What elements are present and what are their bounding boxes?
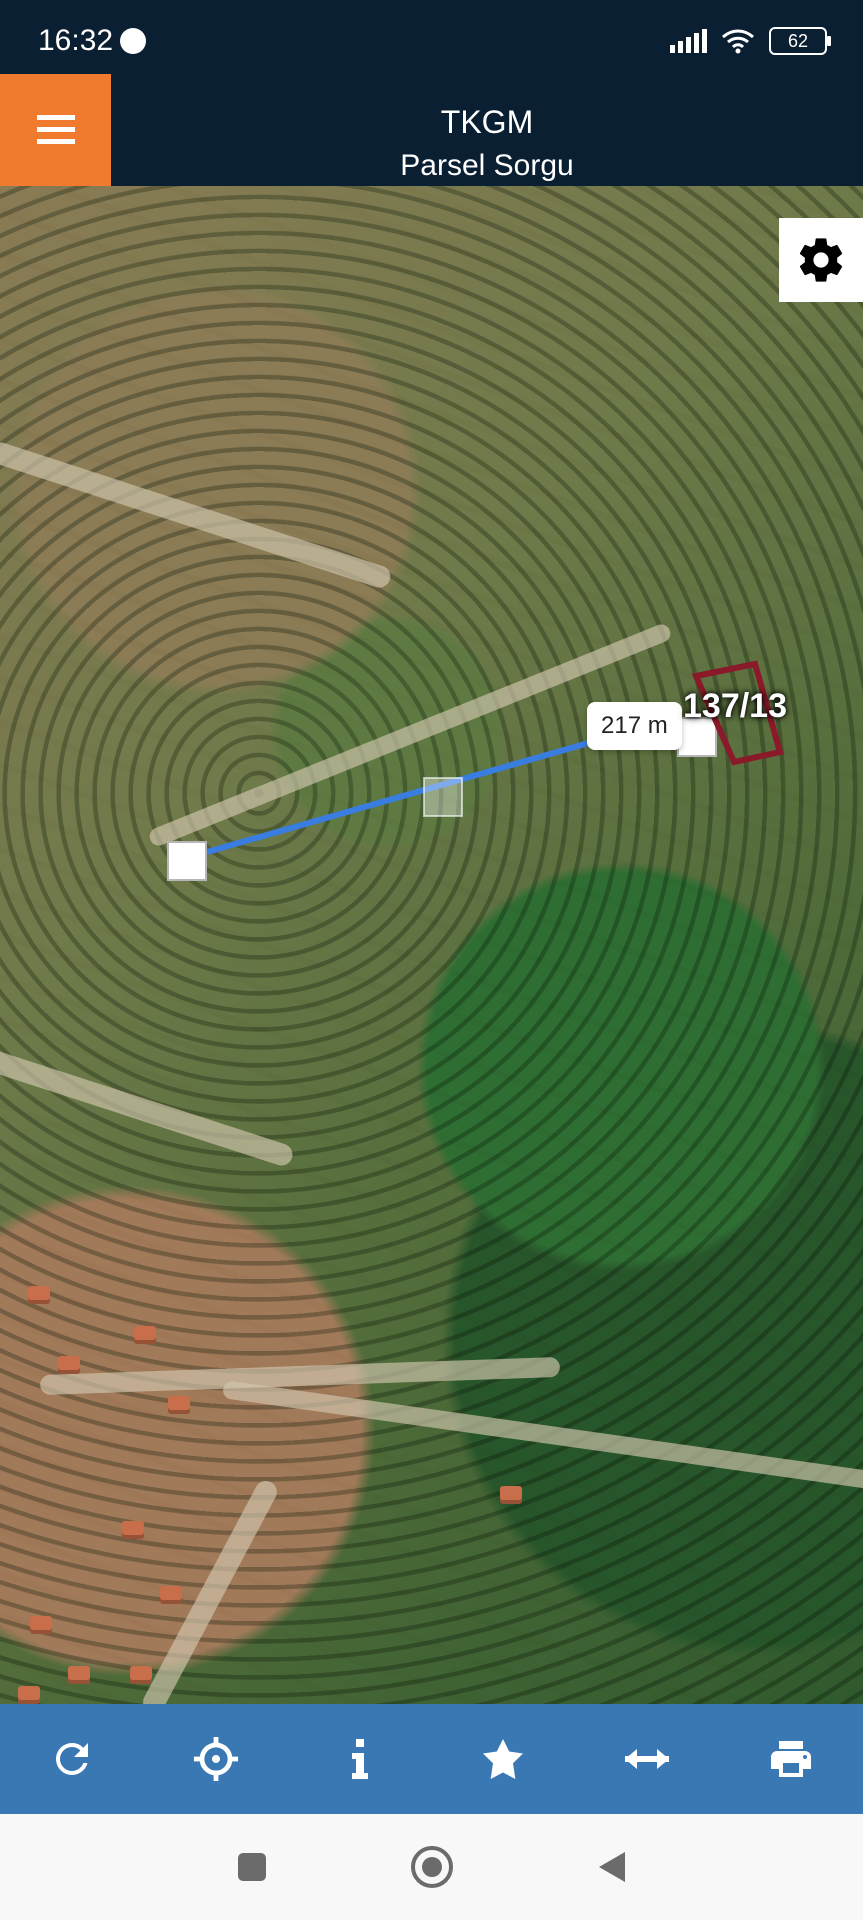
signal-icon xyxy=(670,29,707,53)
recents-button[interactable] xyxy=(222,1837,282,1897)
settings-button[interactable] xyxy=(779,218,863,302)
back-button[interactable] xyxy=(582,1837,642,1897)
map-view[interactable] xyxy=(0,186,863,1704)
parcel-label[interactable]: 137/13 xyxy=(683,687,787,726)
bottom-toolbar xyxy=(0,1704,863,1814)
locate-button[interactable] xyxy=(181,1724,251,1794)
measure-icon xyxy=(625,1749,670,1769)
wifi-icon xyxy=(722,29,754,54)
distance-label: 217 m xyxy=(587,702,682,750)
crosshair-icon xyxy=(193,1737,238,1781)
messenger-icon xyxy=(120,28,146,54)
circle-home-icon xyxy=(410,1846,453,1888)
distance-measure-overlay xyxy=(167,660,784,881)
menu-button[interactable] xyxy=(0,74,111,186)
print-button[interactable] xyxy=(756,1724,826,1794)
app-title-block: TKGM Parsel Sorgu xyxy=(111,82,863,183)
print-icon xyxy=(771,1741,812,1777)
system-nav-bar xyxy=(0,1814,863,1920)
refresh-button[interactable] xyxy=(37,1724,107,1794)
refresh-icon xyxy=(55,1743,88,1775)
square-icon xyxy=(237,1853,266,1881)
measure-button[interactable] xyxy=(612,1724,682,1794)
app-title: TKGM xyxy=(440,104,534,140)
home-button[interactable] xyxy=(402,1837,462,1897)
battery-icon: 62 xyxy=(769,27,831,55)
hamburger-icon xyxy=(36,115,75,144)
info-button[interactable] xyxy=(325,1724,395,1794)
info-icon xyxy=(351,1739,368,1779)
gear-icon xyxy=(799,238,843,282)
status-bar: 16:32 62 xyxy=(0,0,863,74)
app-subtitle: Parsel Sorgu xyxy=(400,149,574,182)
status-time: 16:32 xyxy=(38,24,114,57)
app-bar: TKGM Parsel Sorgu xyxy=(0,74,863,186)
status-icons: 62 xyxy=(670,24,831,58)
star-icon xyxy=(483,1739,524,1779)
favorites-button[interactable] xyxy=(468,1724,538,1794)
back-triangle-icon xyxy=(598,1852,625,1882)
